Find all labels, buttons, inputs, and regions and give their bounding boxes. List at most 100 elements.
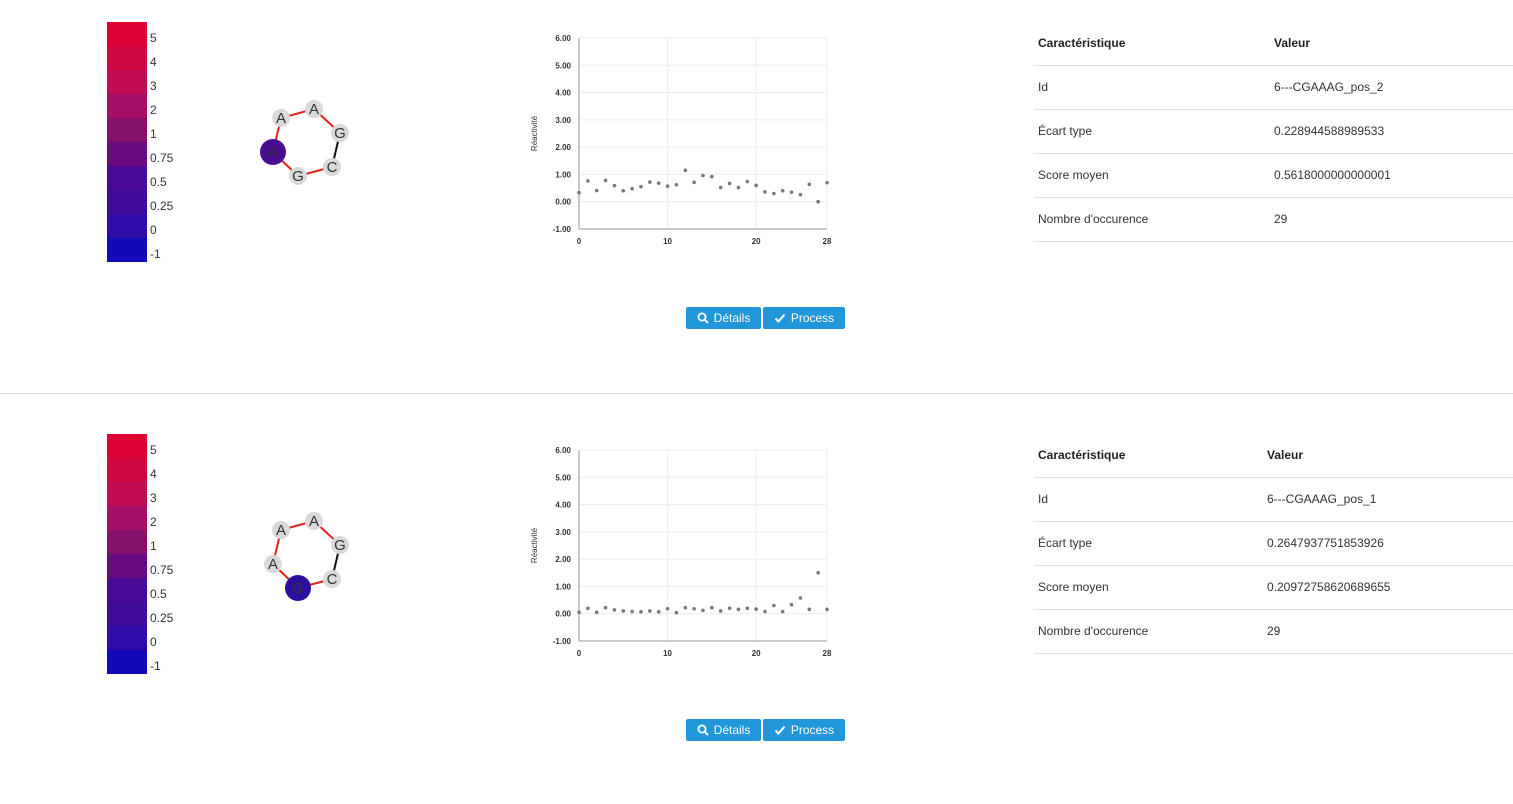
color-scale-swatch [107,506,147,530]
header-characteristic: Caractéristique [1038,36,1126,50]
table-header-row: Caractéristique Valeur [1034,22,1513,66]
process-button[interactable]: Process [763,719,845,741]
y-axis-label: Réactivité [530,527,539,563]
data-point [577,190,581,195]
motif-node-label: A [268,556,278,573]
data-point [825,180,829,185]
color-scale-swatch [107,190,147,214]
data-point [710,174,714,179]
motif-node-label: A [276,522,286,539]
table-row: Écart type 0.228944588989533 [1034,110,1513,154]
color-scale-swatch [107,142,147,166]
search-icon [697,724,709,736]
row-value: 0.20972758620689655 [1267,580,1391,594]
color-scale-label: 1 [150,539,157,553]
data-point [736,185,741,190]
data-point [621,609,626,613]
data-point [674,182,679,187]
data-point [648,609,652,613]
data-point [586,606,590,611]
y-tick-label: 0.00 [555,198,571,207]
table-row: Id 6---CGAAAG_pos_2 [1034,66,1513,110]
row-value: 29 [1267,624,1281,638]
data-point [648,180,652,184]
color-scale-swatch [107,22,147,46]
y-tick-label: 2.00 [555,555,571,564]
x-tick-label: 28 [823,649,832,658]
row-value: 0.2647937751853926 [1267,536,1384,550]
data-point [754,183,758,188]
color-scale-swatch [107,626,147,650]
y-tick-label: 2.00 [555,143,571,152]
reactivity-scatter-chart: -1.00 0.00 1.00 2.00 3.00 4.00 5.00 6.00 0 10 20 28… [530,34,832,246]
color-scale-label: 0.75 [150,563,174,577]
motif-node-label: C [327,571,338,588]
y-tick-label: -1.00 [553,637,572,646]
motif-node-label: C [327,159,338,176]
color-scale-swatch [107,434,147,458]
data-point [772,603,776,608]
color-scale-swatch [107,554,147,578]
motif-node-label: A [309,513,319,530]
data-point [594,188,599,193]
color-scale-label: 2 [150,103,157,117]
data-point [656,181,661,185]
data-point [727,181,732,186]
data-point [736,607,741,612]
search-icon [697,312,709,324]
characteristics-table: Caractéristique Valeur Id 6---CGAAAG_pos… [1034,22,1513,242]
data-point [603,605,608,610]
color-scale-swatch [107,458,147,482]
motif-node-label: A [309,101,319,118]
row-value: 0.5618000000000001 [1274,168,1391,182]
check-icon [774,725,786,735]
color-scale-swatch [107,166,147,190]
color-scale-label: 3 [150,79,157,93]
color-scale-label: 5 [150,443,157,457]
data-point [798,192,803,197]
table-row: Nombre d'occurence 29 [1034,610,1513,654]
data-point [692,180,696,185]
color-scale-label: 0.25 [150,199,174,213]
row-label: Écart type [1038,536,1093,550]
table-header-row: Caractéristique Valeur [1034,434,1513,478]
check-icon [774,313,786,323]
process-button-label: Process [790,311,835,325]
y-tick-label: 1.00 [555,170,571,179]
row-value: 0.228944588989533 [1274,124,1385,138]
data-point [594,610,599,615]
motif-node-label: G [292,168,304,185]
data-point [683,168,688,173]
table-row: Nombre d'occurence 29 [1034,198,1513,242]
color-scale-label: 0.5 [150,175,167,189]
color-scale-swatch [107,650,147,674]
data-point [825,607,829,612]
data-point [745,606,750,611]
data-point [754,607,758,611]
details-button[interactable]: Détails [686,719,761,741]
color-scale-label: 4 [150,467,157,481]
color-scale-legend: 5 4 3 2 1 0.75 0.5 0.25 0 -1 [107,434,187,674]
data-point [683,605,688,610]
data-point [789,602,794,607]
data-point [577,610,581,615]
data-point [763,190,767,194]
color-scale-label: 0 [150,635,157,649]
y-tick-label: 1.00 [555,582,571,591]
data-point [665,184,670,188]
color-scale-label: 0.25 [150,611,174,625]
data-point [621,189,626,193]
table-row: Écart type 0.2647937751853926 [1034,522,1513,566]
data-point [816,570,820,575]
data-point [772,191,776,196]
process-button[interactable]: Process [763,307,845,329]
data-point [780,609,785,614]
x-tick-label: 0 [577,237,582,246]
x-tick-label: 0 [577,649,582,658]
row-label: Nombre d'occurence [1038,624,1149,638]
header-characteristic: Caractéristique [1038,448,1126,462]
details-button[interactable]: Détails [686,307,761,329]
data-point [807,607,812,612]
data-point [710,605,714,610]
data-point [780,189,785,193]
